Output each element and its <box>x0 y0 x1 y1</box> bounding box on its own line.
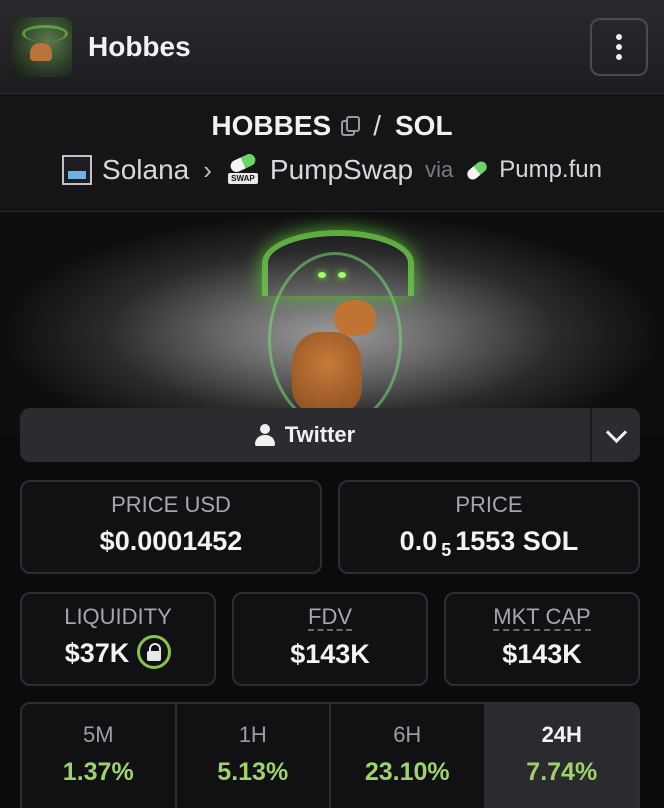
liquidity-label: LIQUIDITY <box>64 604 172 629</box>
price-change-tabs: 5M 1.37% 1H 5.13% 6H 23.10% 24H 7.74% <box>20 702 640 808</box>
token-name: Hobbes <box>88 30 191 62</box>
market-cap-card: MKT CAP $143K <box>444 592 640 686</box>
user-icon <box>254 424 275 446</box>
twitter-label: Twitter <box>284 422 356 447</box>
token-header: Hobbes <box>0 0 664 94</box>
via-label: via <box>425 157 454 182</box>
token-banner-image <box>0 212 664 434</box>
change-value: 7.74% <box>526 758 598 786</box>
pumpfun-icon <box>465 158 489 182</box>
change-tab-24h[interactable]: 24H 7.74% <box>485 704 638 808</box>
market-cap-label[interactable]: MKT CAP <box>493 605 591 631</box>
pair-separator: / <box>373 110 381 141</box>
chevron-right-icon: › <box>203 154 212 185</box>
dex-name[interactable]: PumpSwap <box>270 154 413 186</box>
fdv-value: $143K <box>290 639 370 669</box>
fdv-card: FDV $143K <box>232 592 428 686</box>
base-token-symbol[interactable]: HOBBES <box>211 110 331 142</box>
token-avatar <box>12 16 72 77</box>
change-tab-6h[interactable]: 6H 23.10% <box>331 704 486 808</box>
price-usd-card: PRICE USD $0.0001452 <box>20 480 322 574</box>
quote-token-symbol[interactable]: SOL <box>395 110 453 142</box>
change-tab-5m[interactable]: 5M 1.37% <box>22 704 177 808</box>
chain-name[interactable]: Solana <box>102 154 189 186</box>
change-value: 23.10% <box>364 758 450 786</box>
social-links-row: Twitter <box>20 408 640 462</box>
pumpswap-icon: SWAP <box>226 152 260 185</box>
lock-icon[interactable] <box>137 634 172 669</box>
change-value: 5.13% <box>217 758 289 786</box>
period-label: 5M <box>82 722 114 747</box>
liquidity-value: $37K <box>64 638 130 668</box>
price-sol-value: 0.0 5 1553 SOL <box>399 526 579 560</box>
more-options-button[interactable] <box>590 17 648 76</box>
period-label: 6H <box>393 722 422 747</box>
market-cap-value: $143K <box>502 639 582 669</box>
change-tab-1h[interactable]: 1H 5.13% <box>176 704 331 808</box>
period-label: 24H <box>541 722 582 747</box>
price-usd-label: PRICE USD <box>111 492 231 517</box>
period-label: 1H <box>238 722 267 747</box>
change-value: 1.37% <box>62 758 134 786</box>
more-vertical-icon <box>616 33 622 40</box>
twitter-button[interactable]: Twitter <box>20 408 592 462</box>
copy-icon[interactable] <box>341 116 361 136</box>
chevron-down-icon <box>605 421 627 443</box>
solana-chain-icon <box>62 155 93 185</box>
price-usd-value: $0.0001452 <box>99 526 243 556</box>
fdv-label[interactable]: FDV <box>308 605 352 631</box>
price-sol-label: PRICE <box>455 492 523 517</box>
launchpad-name[interactable]: Pump.fun <box>499 156 602 184</box>
pair-info: HOBBES / SOL Solana › SWAP PumpSwap via … <box>0 94 664 212</box>
price-sol-card: PRICE 0.0 5 1553 SOL <box>338 480 640 574</box>
more-links-dropdown-button[interactable] <box>592 408 640 462</box>
liquidity-card: LIQUIDITY $37K <box>20 592 216 686</box>
